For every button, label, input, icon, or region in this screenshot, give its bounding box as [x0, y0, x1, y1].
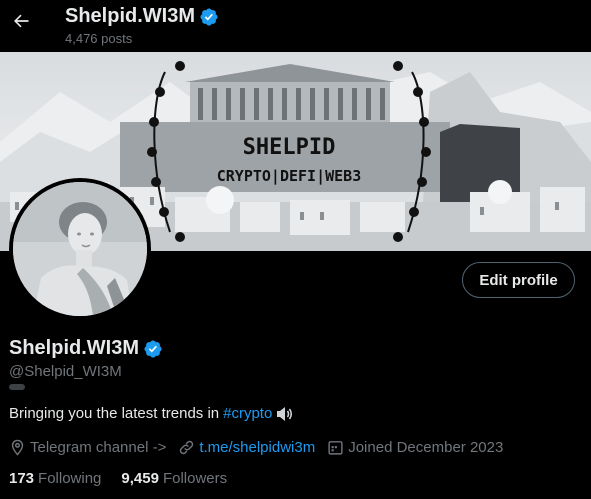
arrow-left-icon	[14, 14, 29, 28]
bio-text: Bringing you the latest trends in	[9, 405, 220, 422]
website-link[interactable]: t.me/shelpidwi3m	[199, 439, 315, 456]
following-link[interactable]: 173 Following	[9, 470, 101, 487]
joined-text: Joined December 2023	[348, 438, 504, 456]
verified-badge-icon	[200, 7, 218, 26]
affiliate-badge-placeholder	[9, 384, 25, 390]
followers-count: 9,459	[121, 470, 159, 487]
profile-avatar[interactable]	[9, 178, 151, 320]
post-count: 4,476 posts	[65, 31, 133, 46]
user-handle: @Shelpid_WI3M	[9, 363, 122, 380]
following-label: Following	[38, 470, 102, 487]
profile-meta: Telegram channel -> t.me/shelpidwi3m Joi…	[9, 438, 515, 456]
joined-item: Joined December 2023	[327, 439, 503, 456]
header-title: Shelpid.WI3M	[65, 5, 219, 28]
hashtag-link[interactable]: #crypto	[223, 405, 272, 422]
edit-profile-button[interactable]: Edit profile	[462, 262, 575, 298]
top-bar: Shelpid.WI3M 4,476 posts	[0, 0, 591, 52]
banner-subtitle: CRYPTO|DEFI|WEB3	[217, 167, 362, 186]
followers-link[interactable]: 9,459 Followers	[121, 470, 227, 487]
website-item: t.me/shelpidwi3m	[178, 439, 315, 456]
calendar-icon	[328, 440, 343, 455]
location-text: Telegram channel ->	[30, 438, 167, 456]
link-icon	[180, 440, 194, 454]
back-button[interactable]	[6, 6, 36, 36]
header-name: Shelpid.WI3M	[65, 5, 195, 27]
banner-title: SHELPID	[243, 135, 336, 160]
avatar-image	[13, 182, 147, 316]
location-item: Telegram channel ->	[9, 439, 166, 456]
following-count: 173	[9, 470, 35, 487]
profile-bio: Bringing you the latest trends in #crypt…	[9, 405, 294, 422]
verified-badge-icon[interactable]	[143, 339, 163, 359]
followers-label: Followers	[162, 470, 228, 487]
follow-stats: 173 Following 9,459 Followers	[9, 470, 247, 487]
location-pin-icon	[11, 439, 24, 456]
display-name-text: Shelpid.WI3M	[9, 337, 139, 359]
speaker-icon	[276, 406, 294, 422]
display-name: Shelpid.WI3M	[9, 337, 163, 360]
